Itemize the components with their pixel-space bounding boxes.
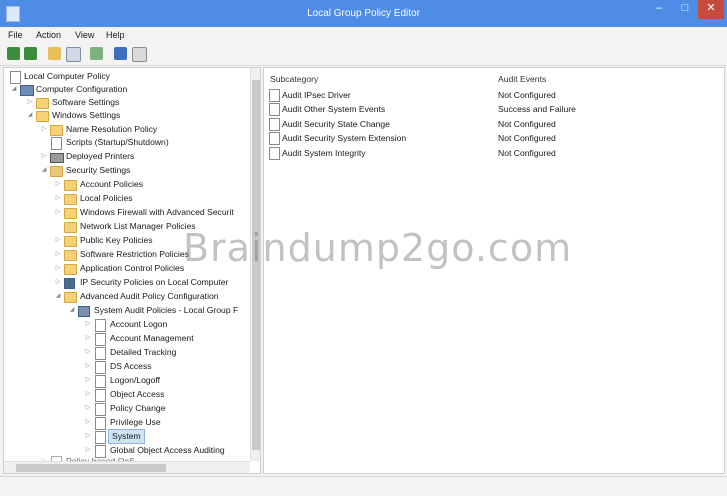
collapsed-arrow-icon[interactable]: ▷ [54,206,62,219]
menu-view[interactable]: View [75,30,94,40]
document-icon [95,361,106,374]
collapsed-arrow-icon[interactable]: ▷ [84,388,92,401]
column-subcategory[interactable]: Subcategory [270,74,318,84]
collapsed-arrow-icon[interactable]: ▷ [54,178,62,191]
shield-icon [64,278,75,289]
collapsed-arrow-icon[interactable]: ▷ [84,360,92,373]
folder-icon [64,222,77,233]
folder-icon [64,250,77,261]
back-icon[interactable] [7,47,20,60]
document-icon [95,389,106,402]
policy-document-icon [269,118,280,131]
list-item[interactable]: Audit Security State Change Not Configur… [268,117,718,131]
expanded-arrow-icon[interactable]: ◢ [68,304,76,317]
folder-icon [50,125,63,136]
collapsed-arrow-icon[interactable]: ▷ [54,248,62,261]
folder-icon [36,111,49,122]
document-icon [95,375,106,388]
collapsed-arrow-icon[interactable]: ▷ [84,332,92,345]
document-icon [95,319,106,332]
column-audit-events[interactable]: Audit Events [498,74,546,84]
folder-icon [64,180,77,191]
console-tree: Local Computer Policy ◢ Computer Configu… [3,67,261,474]
details-pane: Subcategory Audit Events Audit IPsec Dri… [263,67,725,474]
policy-document-icon [269,132,280,145]
policy-document-icon [269,103,280,116]
folder-icon [36,98,49,109]
expanded-arrow-icon[interactable]: ◢ [26,109,34,122]
policy-document-icon [269,89,280,102]
collapsed-arrow-icon[interactable]: ▷ [40,150,48,163]
document-icon [95,431,106,444]
folder-icon [64,264,77,275]
menu-bar: File Action View Help [0,27,727,43]
export-list-icon[interactable] [90,47,103,60]
list-item[interactable]: Audit Other System Events Success and Fa… [268,102,718,116]
list-item[interactable]: Audit Security System Extension Not Conf… [268,131,718,145]
folder-icon [64,292,77,303]
tree-horizontal-scrollbar[interactable] [4,461,250,473]
collapsed-arrow-icon[interactable]: ▷ [54,192,62,205]
computer-icon [20,85,34,96]
tree-horizontal-scroll-thumb[interactable] [16,464,166,472]
folder-icon [64,208,77,219]
collapsed-arrow-icon[interactable]: ▷ [84,318,92,331]
collapsed-arrow-icon[interactable]: ▷ [84,430,92,443]
window-title: Local Group Policy Editor [307,8,420,19]
local-group-policy-editor-window: Local Group Policy Editor – □ ✕ File Act… [0,0,727,496]
toolbar [0,43,727,66]
list-item[interactable]: Audit System Integrity Not Configured [268,146,718,160]
document-icon [95,403,106,416]
list-item[interactable]: Audit IPsec Driver Not Configured [268,88,718,102]
close-button[interactable]: ✕ [698,0,724,19]
collapsed-arrow-icon[interactable]: ▷ [40,123,48,136]
menu-help[interactable]: Help [106,30,125,40]
policy-document-icon [269,147,280,160]
collapsed-arrow-icon[interactable]: ▷ [84,416,92,429]
document-icon [95,347,106,360]
collapsed-arrow-icon[interactable]: ▷ [84,374,92,387]
minimize-button[interactable]: – [646,0,672,19]
collapsed-arrow-icon[interactable]: ▷ [26,96,34,109]
menu-action[interactable]: Action [36,30,61,40]
collapsed-arrow-icon[interactable]: ▷ [54,276,62,289]
security-icon [50,166,63,177]
properties-icon[interactable] [132,47,147,62]
folder-icon [64,236,77,247]
document-icon [95,417,106,430]
status-bar [0,476,727,496]
folder-icon [64,194,77,205]
expanded-arrow-icon[interactable]: ◢ [40,164,48,177]
watermark: Braindump2go.com [183,226,573,270]
show-hide-tree-icon[interactable] [66,47,81,62]
document-icon [51,137,62,150]
menu-file[interactable]: File [8,30,23,40]
title-bar[interactable]: Local Group Policy Editor – □ ✕ [0,0,727,27]
maximize-button[interactable]: □ [672,0,698,19]
up-folder-icon[interactable] [48,47,61,60]
expanded-arrow-icon[interactable]: ◢ [10,83,18,96]
collapsed-arrow-icon[interactable]: ▷ [54,262,62,275]
expanded-arrow-icon[interactable]: ◢ [54,290,62,303]
collapsed-arrow-icon[interactable]: ▷ [84,402,92,415]
forward-icon[interactable] [24,47,37,60]
collapsed-arrow-icon[interactable]: ▷ [54,234,62,247]
document-icon [95,333,106,346]
collapsed-arrow-icon[interactable]: ▷ [84,346,92,359]
printer-icon [50,153,64,163]
help-icon[interactable] [114,47,127,60]
audit-icon [78,306,90,317]
